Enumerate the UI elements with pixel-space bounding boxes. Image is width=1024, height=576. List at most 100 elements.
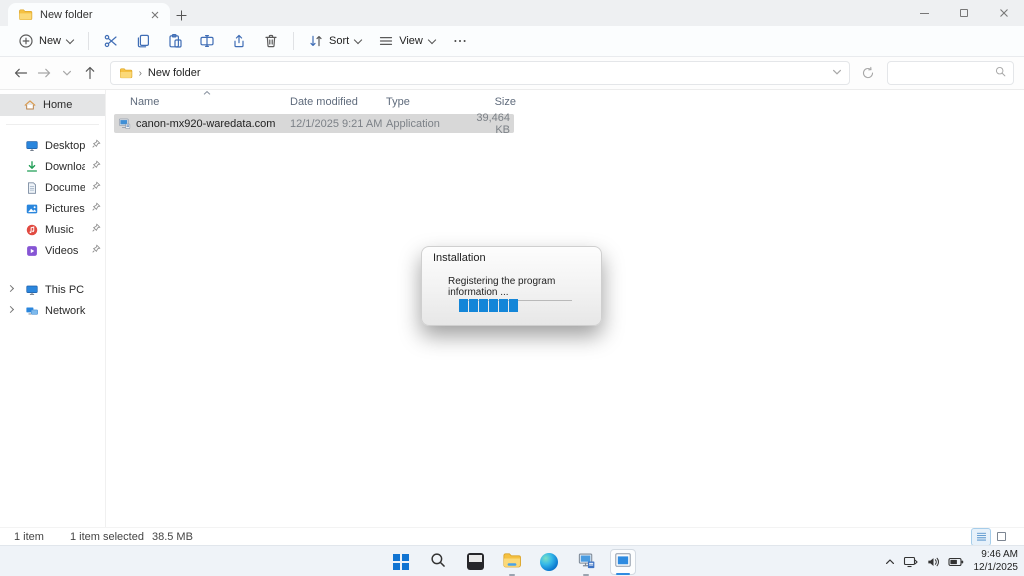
- installation-dialog[interactable]: Installation Registering the program inf…: [421, 246, 602, 326]
- sidebar-item-label: Music: [45, 223, 74, 236]
- expand-chevron-icon[interactable]: [6, 305, 15, 314]
- documents-icon: [24, 180, 39, 195]
- address-breadcrumb[interactable]: › New folder: [109, 61, 851, 85]
- close-button[interactable]: [984, 0, 1024, 26]
- view-button[interactable]: View: [370, 28, 444, 54]
- new-tab-button[interactable]: [170, 4, 192, 26]
- downloads-icon: [24, 159, 39, 174]
- sidebar-item-music[interactable]: Music: [0, 219, 105, 240]
- sidebar-item-label: Downloads: [45, 160, 85, 173]
- breadcrumb-separator-icon: ›: [138, 67, 142, 79]
- taskbar-clock[interactable]: 9:46 AM 12/1/2025: [974, 549, 1019, 574]
- chevron-down-icon: [353, 35, 363, 44]
- command-toolbar: New Sort View: [0, 26, 1024, 57]
- sidebar-item-pictures[interactable]: Pictures: [0, 198, 105, 219]
- rename-icon: [198, 32, 216, 50]
- sidebar-item-videos[interactable]: Videos: [0, 240, 105, 261]
- search-box[interactable]: [887, 61, 1015, 85]
- edge-button[interactable]: [536, 549, 562, 575]
- expand-chevron-icon[interactable]: [6, 284, 15, 293]
- paste-button[interactable]: [159, 28, 191, 54]
- sidebar-item-downloads[interactable]: Downloads: [0, 156, 105, 177]
- file-name-cell: canon-mx920-waredata.com: [118, 117, 290, 130]
- recent-locations-chevron[interactable]: [56, 61, 79, 85]
- speaker-icon[interactable]: [926, 555, 941, 569]
- view-toggles: [971, 527, 1010, 546]
- navigation-pane: Home Desktop Downloads: [0, 90, 106, 527]
- search-icon: [994, 65, 1007, 81]
- search-icon: [429, 551, 447, 572]
- sidebar-item-label: Videos: [45, 244, 79, 257]
- more-options-button[interactable]: [444, 28, 476, 54]
- chevron-up-icon[interactable]: [884, 556, 896, 568]
- column-header-type[interactable]: Type: [386, 96, 466, 108]
- chevron-down-icon: [427, 35, 437, 44]
- sort-button[interactable]: Sort: [300, 28, 370, 54]
- status-bar: 1 item 1 item selected 38.5 MB: [0, 527, 1024, 546]
- start-button[interactable]: [388, 549, 414, 575]
- photos-app-button[interactable]: [462, 549, 488, 575]
- maximize-button[interactable]: [944, 0, 984, 26]
- application-setup-icon: [118, 117, 131, 130]
- new-button[interactable]: New: [10, 28, 82, 54]
- sort-button-label: Sort: [329, 35, 350, 47]
- home-icon: [22, 98, 37, 113]
- sidebar-item-this-pc[interactable]: This PC: [0, 279, 105, 300]
- taskbar-search-button[interactable]: [425, 549, 451, 575]
- file-explorer-button[interactable]: [499, 549, 525, 576]
- column-header-size[interactable]: Size: [466, 96, 516, 108]
- forward-button[interactable]: [33, 61, 56, 85]
- pin-icon: [91, 181, 101, 194]
- photos-app-icon: [466, 553, 484, 570]
- large-icons-view-icon[interactable]: [992, 529, 1010, 545]
- chevron-down-icon: [65, 35, 75, 44]
- cut-button[interactable]: [95, 28, 127, 54]
- minimize-button[interactable]: [904, 0, 944, 26]
- installation-window-button[interactable]: [610, 548, 636, 575]
- column-header-date-modified[interactable]: Date modified: [290, 96, 386, 108]
- tab-close-icon[interactable]: [148, 8, 162, 22]
- toolbar-separator: [88, 32, 90, 50]
- installer-button[interactable]: [573, 549, 599, 576]
- network-tray-icon[interactable]: [903, 555, 919, 569]
- delete-icon: [262, 32, 280, 50]
- up-button[interactable]: [79, 61, 102, 85]
- dialog-title: Installation: [433, 252, 486, 264]
- delete-button[interactable]: [255, 28, 287, 54]
- cut-icon: [102, 32, 120, 50]
- sidebar-item-label: Home: [43, 99, 73, 111]
- explorer-tab[interactable]: New folder: [8, 3, 170, 26]
- file-name: canon-mx920-waredata.com: [136, 117, 276, 130]
- paste-icon: [166, 32, 184, 50]
- sidebar-item-desktop[interactable]: Desktop: [0, 135, 105, 156]
- more-icon: [451, 32, 469, 50]
- search-input[interactable]: [894, 67, 995, 79]
- new-icon: [17, 32, 35, 50]
- copy-button[interactable]: [127, 28, 159, 54]
- window-controls: [904, 0, 1024, 26]
- breadcrumb-location[interactable]: New folder: [148, 67, 201, 79]
- taskbar: 9:46 AM 12/1/2025: [0, 545, 1024, 576]
- refresh-button[interactable]: [856, 61, 879, 85]
- network-icon: [24, 303, 39, 318]
- sidebar-item-documents[interactable]: Documents: [0, 177, 105, 198]
- address-dropdown-chevron[interactable]: [831, 66, 843, 81]
- sidebar-item-label: Documents: [45, 181, 85, 194]
- file-explorer-icon: [502, 550, 522, 573]
- dialog-message: Registering the program information ...: [448, 276, 556, 298]
- sort-ascending-icon: [202, 88, 212, 100]
- battery-icon[interactable]: [947, 556, 964, 568]
- back-button[interactable]: [10, 61, 33, 85]
- folder-icon: [16, 6, 34, 24]
- file-date-cell: 12/1/2025 9:21 AM: [290, 117, 383, 130]
- view-button-label: View: [399, 35, 423, 47]
- details-view-icon[interactable]: [971, 527, 991, 546]
- share-button[interactable]: [223, 28, 255, 54]
- sidebar-item-home[interactable]: Home: [0, 94, 105, 116]
- sidebar-item-label: Network: [45, 304, 86, 317]
- rename-button[interactable]: [191, 28, 223, 54]
- pin-icon: [91, 202, 101, 215]
- sidebar-item-network[interactable]: Network: [0, 300, 105, 321]
- tab-title: New folder: [40, 8, 93, 21]
- file-row[interactable]: canon-mx920-waredata.com 12/1/2025 9:21 …: [114, 112, 514, 136]
